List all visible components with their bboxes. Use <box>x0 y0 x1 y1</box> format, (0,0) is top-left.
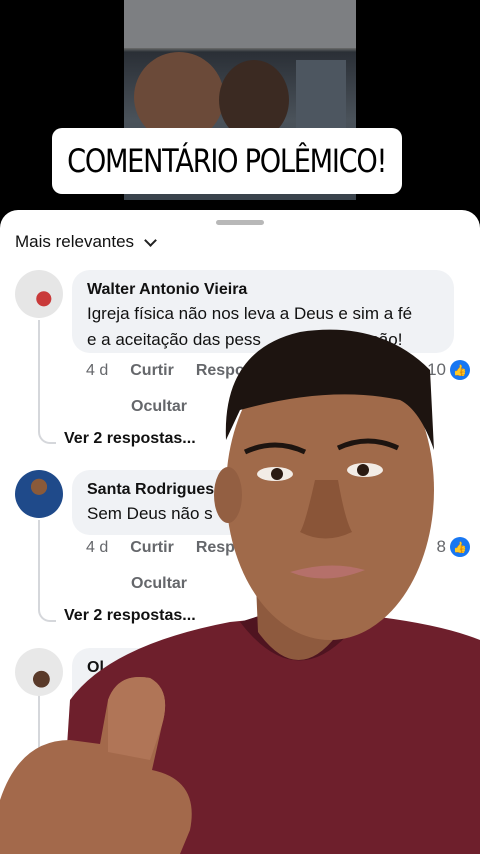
reaction-count[interactable]: 8 👍 <box>437 537 470 557</box>
hide-button[interactable]: Ocultar <box>131 575 187 593</box>
video-person-shirt <box>124 0 356 48</box>
thread-elbow <box>38 428 56 444</box>
reaction-number: 8 <box>436 537 446 556</box>
comment-text-part: e a aceitação das pess <box>87 330 261 349</box>
comment-author[interactable]: Ol <box>87 657 207 679</box>
comment-author[interactable]: Walter Antonio Vieira <box>87 279 439 301</box>
like-thumb-icon: 👍 <box>450 537 470 557</box>
comment-actions: 4 d Curtir Respo <box>86 362 245 380</box>
sort-dropdown[interactable]: Mais relevantes <box>15 232 157 252</box>
hide-button[interactable]: Ocultar <box>131 398 187 416</box>
comment-text-part: elas são! <box>334 330 403 349</box>
like-button[interactable]: Curtir <box>130 539 174 557</box>
comment-actions: 4 d Curtir Respo <box>86 539 245 557</box>
comments-sheet: Mais relevantes Walter Antonio Vieira Ig… <box>0 210 480 854</box>
like-button[interactable]: Curtir <box>130 362 174 380</box>
comment-time: 4 d <box>86 362 109 379</box>
comment-bubble: Ol <box>72 648 222 713</box>
comment-author[interactable]: Santa Rodrigues <box>87 479 347 501</box>
avatar[interactable] <box>15 648 63 696</box>
sort-label: Mais relevantes <box>15 232 135 251</box>
avatar[interactable] <box>15 470 63 518</box>
banner-text: COMENTÁRIO POLÊMICO! <box>67 142 388 180</box>
thread-line <box>38 520 40 608</box>
sheet-grabber[interactable] <box>216 220 264 225</box>
comment-time: 4 d <box>86 539 109 556</box>
reply-button[interactable]: Respo <box>196 362 245 380</box>
chevron-down-icon <box>144 233 157 247</box>
reply-button[interactable]: Respo <box>196 539 245 557</box>
avatar[interactable] <box>15 270 63 318</box>
comment-text-line: Igreja física não nos leva a Deus e sim … <box>87 304 413 323</box>
comment-text-line: Sem Deus não s <box>87 504 213 523</box>
reaction-number: 10 <box>427 360 446 379</box>
comment-bubble: Santa Rodrigues Sem Deus não s <box>72 470 362 535</box>
like-thumb-icon: 👍 <box>450 360 470 380</box>
view-replies-link[interactable]: Ver 2 respostas... <box>64 430 196 448</box>
thread-line <box>38 320 40 430</box>
comment-text-line: e a aceitação das pess elas são! <box>87 327 439 353</box>
title-banner: COMENTÁRIO POLÊMICO! <box>52 128 402 194</box>
thread-elbow <box>38 606 56 622</box>
reaction-count[interactable]: 10 👍 <box>427 360 470 380</box>
thread-line <box>38 696 40 816</box>
view-replies-link[interactable]: Ver 2 respostas... <box>64 607 196 625</box>
comment-bubble: Walter Antonio Vieira Igreja física não … <box>72 270 454 353</box>
